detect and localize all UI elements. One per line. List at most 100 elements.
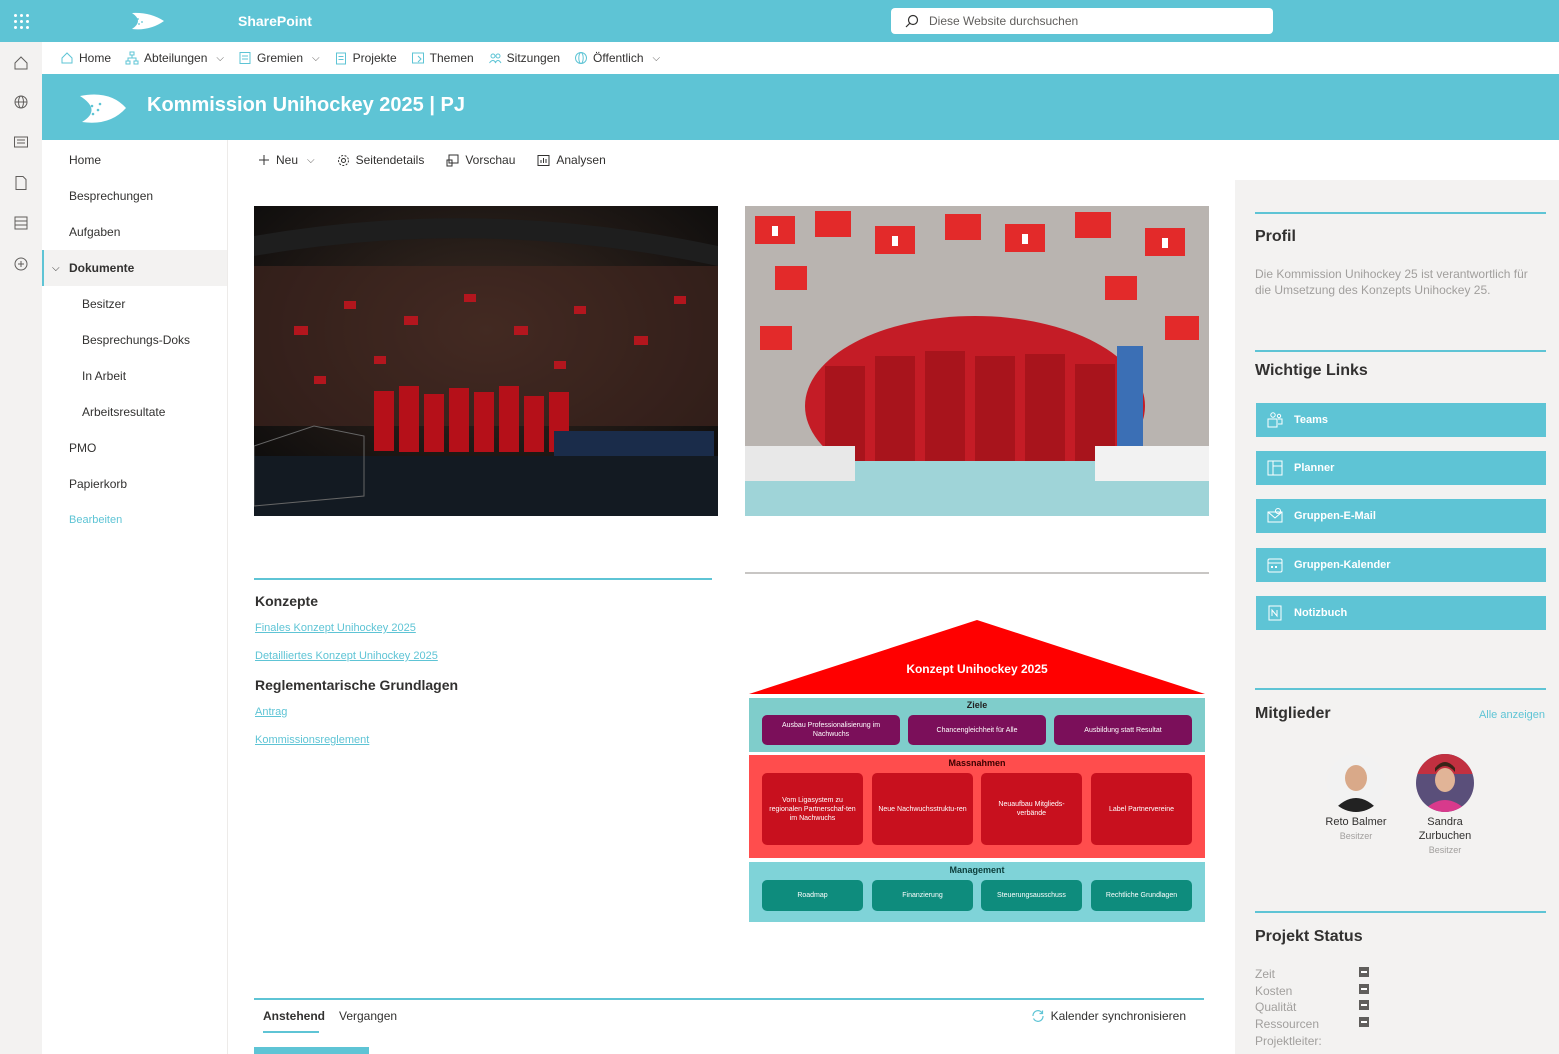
analytics-icon [537,154,550,166]
nav-item-pmo[interactable]: PMO [42,430,227,466]
nav-edit-link[interactable]: Bearbeiten [42,502,227,538]
quicklink-gruppen-email[interactable]: Gruppen-E-Mail [1256,499,1546,533]
team-celebration-photo[interactable] [254,206,718,516]
org-logo[interactable] [88,10,168,32]
quicklink-gruppen-kalender[interactable]: Gruppen-Kalender [1256,548,1546,582]
topnav-label: Abteilungen [144,51,208,65]
topnav-sitzungen[interactable]: Sitzungen [488,51,560,65]
tab-anstehend[interactable]: Anstehend [263,1009,325,1023]
topnav-oeffentlich[interactable]: Öffentlich ⌵ [574,51,660,65]
massnahme-box: Vom Ligasystem zu regionalen Partnerscha… [762,773,863,845]
analytics-button[interactable]: Analysen [537,153,606,167]
topnav-home[interactable]: Home [60,51,111,65]
clipboard-icon [335,52,346,65]
nav-item-label: Dokumente [69,261,135,275]
search-placeholder: Diese Website durchsuchen [929,14,1079,28]
add-circle-icon[interactable] [13,256,29,272]
file-icon[interactable] [13,175,29,191]
diagram-roof [749,620,1205,694]
link-detailliertes-konzept[interactable]: Detailliertes Konzept Unihockey 2025 [255,650,438,662]
member-card[interactable]: Reto Balmer Besitzer [1316,754,1396,841]
ziele-title: Ziele [966,700,988,710]
status-label-kosten: Kosten [1255,984,1293,998]
massnahmen-title: Massnahmen [948,758,1006,768]
preview-button[interactable]: Vorschau [446,153,515,167]
status-label-ressourcen: Ressourcen [1255,1017,1320,1031]
planner-icon [1267,460,1283,476]
tab-vergangen[interactable]: Vergangen [339,1009,397,1023]
document-icon [411,52,424,64]
list-icon [239,52,251,64]
new-button[interactable]: Neu ⌵ [258,153,315,167]
topnav-projekte[interactable]: Projekte [334,51,397,65]
member-name: Reto Balmer [1325,816,1387,828]
sync-icon [1031,1010,1044,1022]
hub-navigation: Home Abteilungen ⌵ Gremien ⌵ Projekte Th… [42,42,1559,74]
status-divider [1255,911,1546,913]
command-bar: Neu ⌵ Seitendetails Vorschau Analysen [258,150,628,170]
sync-calendar-button[interactable]: Kalender synchronisieren [1031,1009,1186,1023]
topnav-label: Projekte [352,51,397,65]
ziel-box: Ausbau Professionalisierung im Nachwuchs [762,715,900,745]
page-details-button[interactable]: Seitendetails [337,153,424,167]
site-logo[interactable] [72,88,128,128]
chevron-down-icon[interactable]: ⌵ [216,53,224,64]
nav-item-home[interactable]: Home [42,142,227,178]
topnav-abteilungen[interactable]: Abteilungen ⌵ [125,51,224,65]
app-launcher-icon[interactable] [0,0,42,42]
nav-item-besitzer[interactable]: Besitzer [42,286,227,322]
home-icon[interactable] [13,55,29,71]
diagram-title: Konzept Unihockey 2025 [906,662,1048,676]
list-icon[interactable] [13,215,29,231]
profil-text: Die Kommission Unihockey 25 ist verantwo… [1255,267,1528,297]
nav-item-besprechungs-doks[interactable]: Besprechungs-Doks [42,322,227,358]
nav-item-arbeitsresultate[interactable]: Arbeitsresultate [42,394,227,430]
status-label-qualitaet: Qualität [1255,1000,1297,1014]
nav-item-papierkorb[interactable]: Papierkorb [42,466,227,502]
home-icon [61,52,73,64]
tab-active-indicator [263,1031,319,1033]
analytics-label: Analysen [556,153,606,167]
app-title[interactable]: SharePoint [238,13,312,29]
link-antrag[interactable]: Antrag [255,706,287,718]
quicklink-teams[interactable]: Teams [1256,403,1546,437]
links-divider [1255,350,1546,352]
chevron-down-icon[interactable]: ⌵ [312,53,320,64]
right-sidebar: Profil Die Kommission Unihockey 25 ist v… [1235,180,1559,1054]
member-name: Sandra Zurbuchen [1418,816,1472,842]
reglementarische-heading: Reglementarische Grundlagen [255,677,459,693]
member-card[interactable]: Sandra Zurbuchen Besitzer [1405,754,1485,855]
link-finales-konzept[interactable]: Finales Konzept Unihockey 2025 [255,622,416,634]
concept-house-diagram[interactable]: Konzept Unihockey 2025 Ziele Ausbau Prof… [749,620,1205,922]
chevron-down-icon[interactable]: ⌵ [52,263,60,274]
profil-heading: Profil [1255,228,1296,245]
show-all-members-link[interactable]: Alle anzeigen [1479,709,1545,721]
quicklink-planner[interactable]: Planner [1256,451,1546,485]
news-icon[interactable] [13,134,29,150]
site-title[interactable]: Kommission Unihockey 2025 | PJ [147,94,465,117]
link-kommissionsreglement[interactable]: Kommissionsreglement [255,734,369,746]
nav-item-besprechungen[interactable]: Besprechungen [42,178,227,214]
nav-item-dokumente[interactable]: ⌵ Dokumente [42,250,227,286]
nav-item-aufgaben[interactable]: Aufgaben [42,214,227,250]
management-box: Steuerungsausschuss [981,880,1082,911]
team-huddle-photo[interactable] [745,206,1209,516]
globe-icon [575,52,588,64]
massnahme-box: Label Partnervereine [1091,773,1192,845]
quicklink-notizbuch[interactable]: Notizbuch [1256,596,1546,630]
section-divider [254,578,712,580]
topnav-gremien[interactable]: Gremien ⌵ [238,51,320,65]
ziel-box: Chancengleichheit für Alle [908,715,1046,745]
quicklink-label: Notizbuch [1294,607,1348,619]
chevron-down-icon[interactable]: ⌵ [653,53,661,64]
nav-item-in-arbeit[interactable]: In Arbeit [42,358,227,394]
topnav-themen[interactable]: Themen [411,51,474,65]
search-box[interactable]: Diese Website durchsuchen [891,8,1273,34]
member-role: Besitzer [1339,831,1373,841]
quicklink-label: Teams [1294,414,1329,426]
event-card-header[interactable] [254,1047,369,1054]
plus-icon [259,155,269,165]
status-indicator [1359,967,1369,977]
profil-divider [1255,212,1546,214]
globe-icon[interactable] [13,94,29,110]
